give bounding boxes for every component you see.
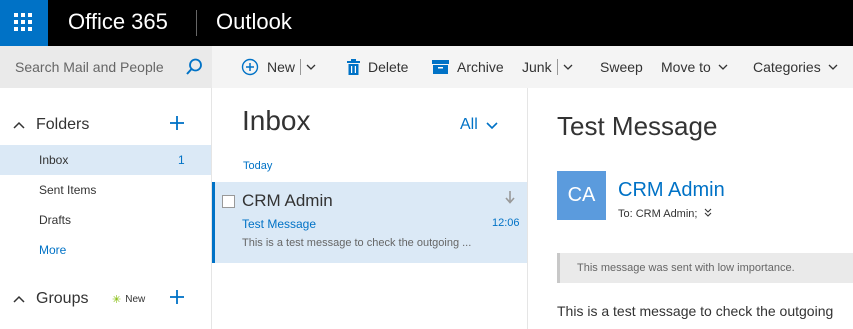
folders-more-link[interactable]: More xyxy=(0,235,211,265)
reading-pane: Test Message CA CRM Admin To: CRM Admin;… xyxy=(528,88,853,329)
archive-label: Archive xyxy=(457,59,504,75)
importance-banner: This message was sent with low importanc… xyxy=(557,253,853,283)
message-subject-heading: Test Message xyxy=(557,111,718,141)
new-label: New xyxy=(267,59,296,75)
message-checkbox[interactable] xyxy=(222,195,235,208)
split-divider xyxy=(300,59,302,75)
office-365-brand[interactable]: Office 365 xyxy=(68,9,168,35)
archive-button[interactable]: Archive xyxy=(432,46,504,88)
folders-label: Folders xyxy=(36,116,90,133)
recipients-line: To: CRM Admin; xyxy=(618,208,712,220)
move-to-button[interactable]: Move to xyxy=(661,46,728,88)
folder-item-sent-items[interactable]: Sent Items xyxy=(0,175,211,205)
new-badge-label: New xyxy=(125,293,146,305)
message-subject: Test Message xyxy=(242,217,317,231)
delete-label: Delete xyxy=(368,59,409,75)
search-input[interactable] xyxy=(0,46,180,88)
move-to-label: Move to xyxy=(661,59,711,75)
trash-icon xyxy=(347,59,360,75)
unread-count: 1 xyxy=(178,153,185,167)
avatar[interactable]: CA xyxy=(557,171,606,220)
chevron-down-icon xyxy=(828,64,838,70)
more-label: More xyxy=(39,243,67,257)
top-bar: Office 365 Outlook xyxy=(0,0,853,46)
categories-button[interactable]: Categories xyxy=(753,46,838,88)
message-preview: This is a test message to check the outg… xyxy=(242,237,472,249)
list-title: Inbox xyxy=(242,105,311,136)
app-launcher-icon xyxy=(14,13,34,33)
sweep-button[interactable]: Sweep xyxy=(600,46,643,88)
filter-dropdown[interactable]: All xyxy=(460,116,498,134)
split-divider xyxy=(556,59,558,75)
date-group-header: Today xyxy=(243,160,273,172)
message-time: 12:06 xyxy=(492,217,520,229)
folder-label: Drafts xyxy=(39,213,72,227)
download-arrow-icon[interactable] xyxy=(505,191,515,209)
command-toolbar: New Delete Archive Junk Sweep Move to Ca… xyxy=(212,46,853,88)
archive-icon xyxy=(432,60,449,74)
groups-header[interactable]: Groups ✳ New xyxy=(0,282,212,316)
new-button[interactable]: New xyxy=(241,46,316,88)
to-label: To: CRM Admin; xyxy=(618,208,698,220)
filter-label: All xyxy=(460,116,478,133)
folder-label: Sent Items xyxy=(39,183,97,197)
delete-button[interactable]: Delete xyxy=(347,46,408,88)
expand-recipients-icon[interactable] xyxy=(704,208,712,220)
junk-label: Junk xyxy=(522,59,552,75)
message-list: Inbox All Today CRM Admin Test Message 1… xyxy=(212,88,528,329)
top-bar-divider xyxy=(196,10,197,36)
junk-button[interactable]: Junk xyxy=(522,46,573,88)
new-badge: ✳ New xyxy=(112,293,145,306)
folder-label: Inbox xyxy=(39,153,69,167)
add-folder-icon[interactable] xyxy=(170,115,184,135)
folder-pane: Folders Inbox 1 Sent Items Drafts More G… xyxy=(0,88,212,329)
chevron-up-icon[interactable] xyxy=(13,116,25,134)
groups-label: Groups xyxy=(36,290,89,307)
chevron-down-icon[interactable] xyxy=(306,64,316,70)
plus-circle-icon xyxy=(241,58,259,76)
folder-item-inbox[interactable]: Inbox 1 xyxy=(0,145,211,175)
message-body: This is a test message to check the outg… xyxy=(557,303,834,319)
search-icon[interactable] xyxy=(184,57,204,77)
folders-header[interactable]: Folders xyxy=(0,108,212,142)
message-item[interactable]: CRM Admin Test Message 12:06 This is a t… xyxy=(212,182,527,263)
categories-label: Categories xyxy=(753,59,821,75)
sender-name[interactable]: CRM Admin xyxy=(618,179,725,202)
chevron-down-icon xyxy=(718,64,728,70)
message-sender: CRM Admin xyxy=(242,191,333,210)
chevron-down-icon[interactable] xyxy=(563,64,573,70)
folder-item-drafts[interactable]: Drafts xyxy=(0,205,211,235)
chevron-down-icon xyxy=(478,116,498,134)
chevron-up-icon[interactable] xyxy=(13,290,25,308)
sparkle-icon: ✳ xyxy=(112,293,122,306)
search-box xyxy=(0,46,212,88)
app-title[interactable]: Outlook xyxy=(216,9,292,35)
sweep-label: Sweep xyxy=(600,59,643,75)
add-group-icon[interactable] xyxy=(170,289,184,309)
app-launcher-button[interactable] xyxy=(0,0,48,46)
